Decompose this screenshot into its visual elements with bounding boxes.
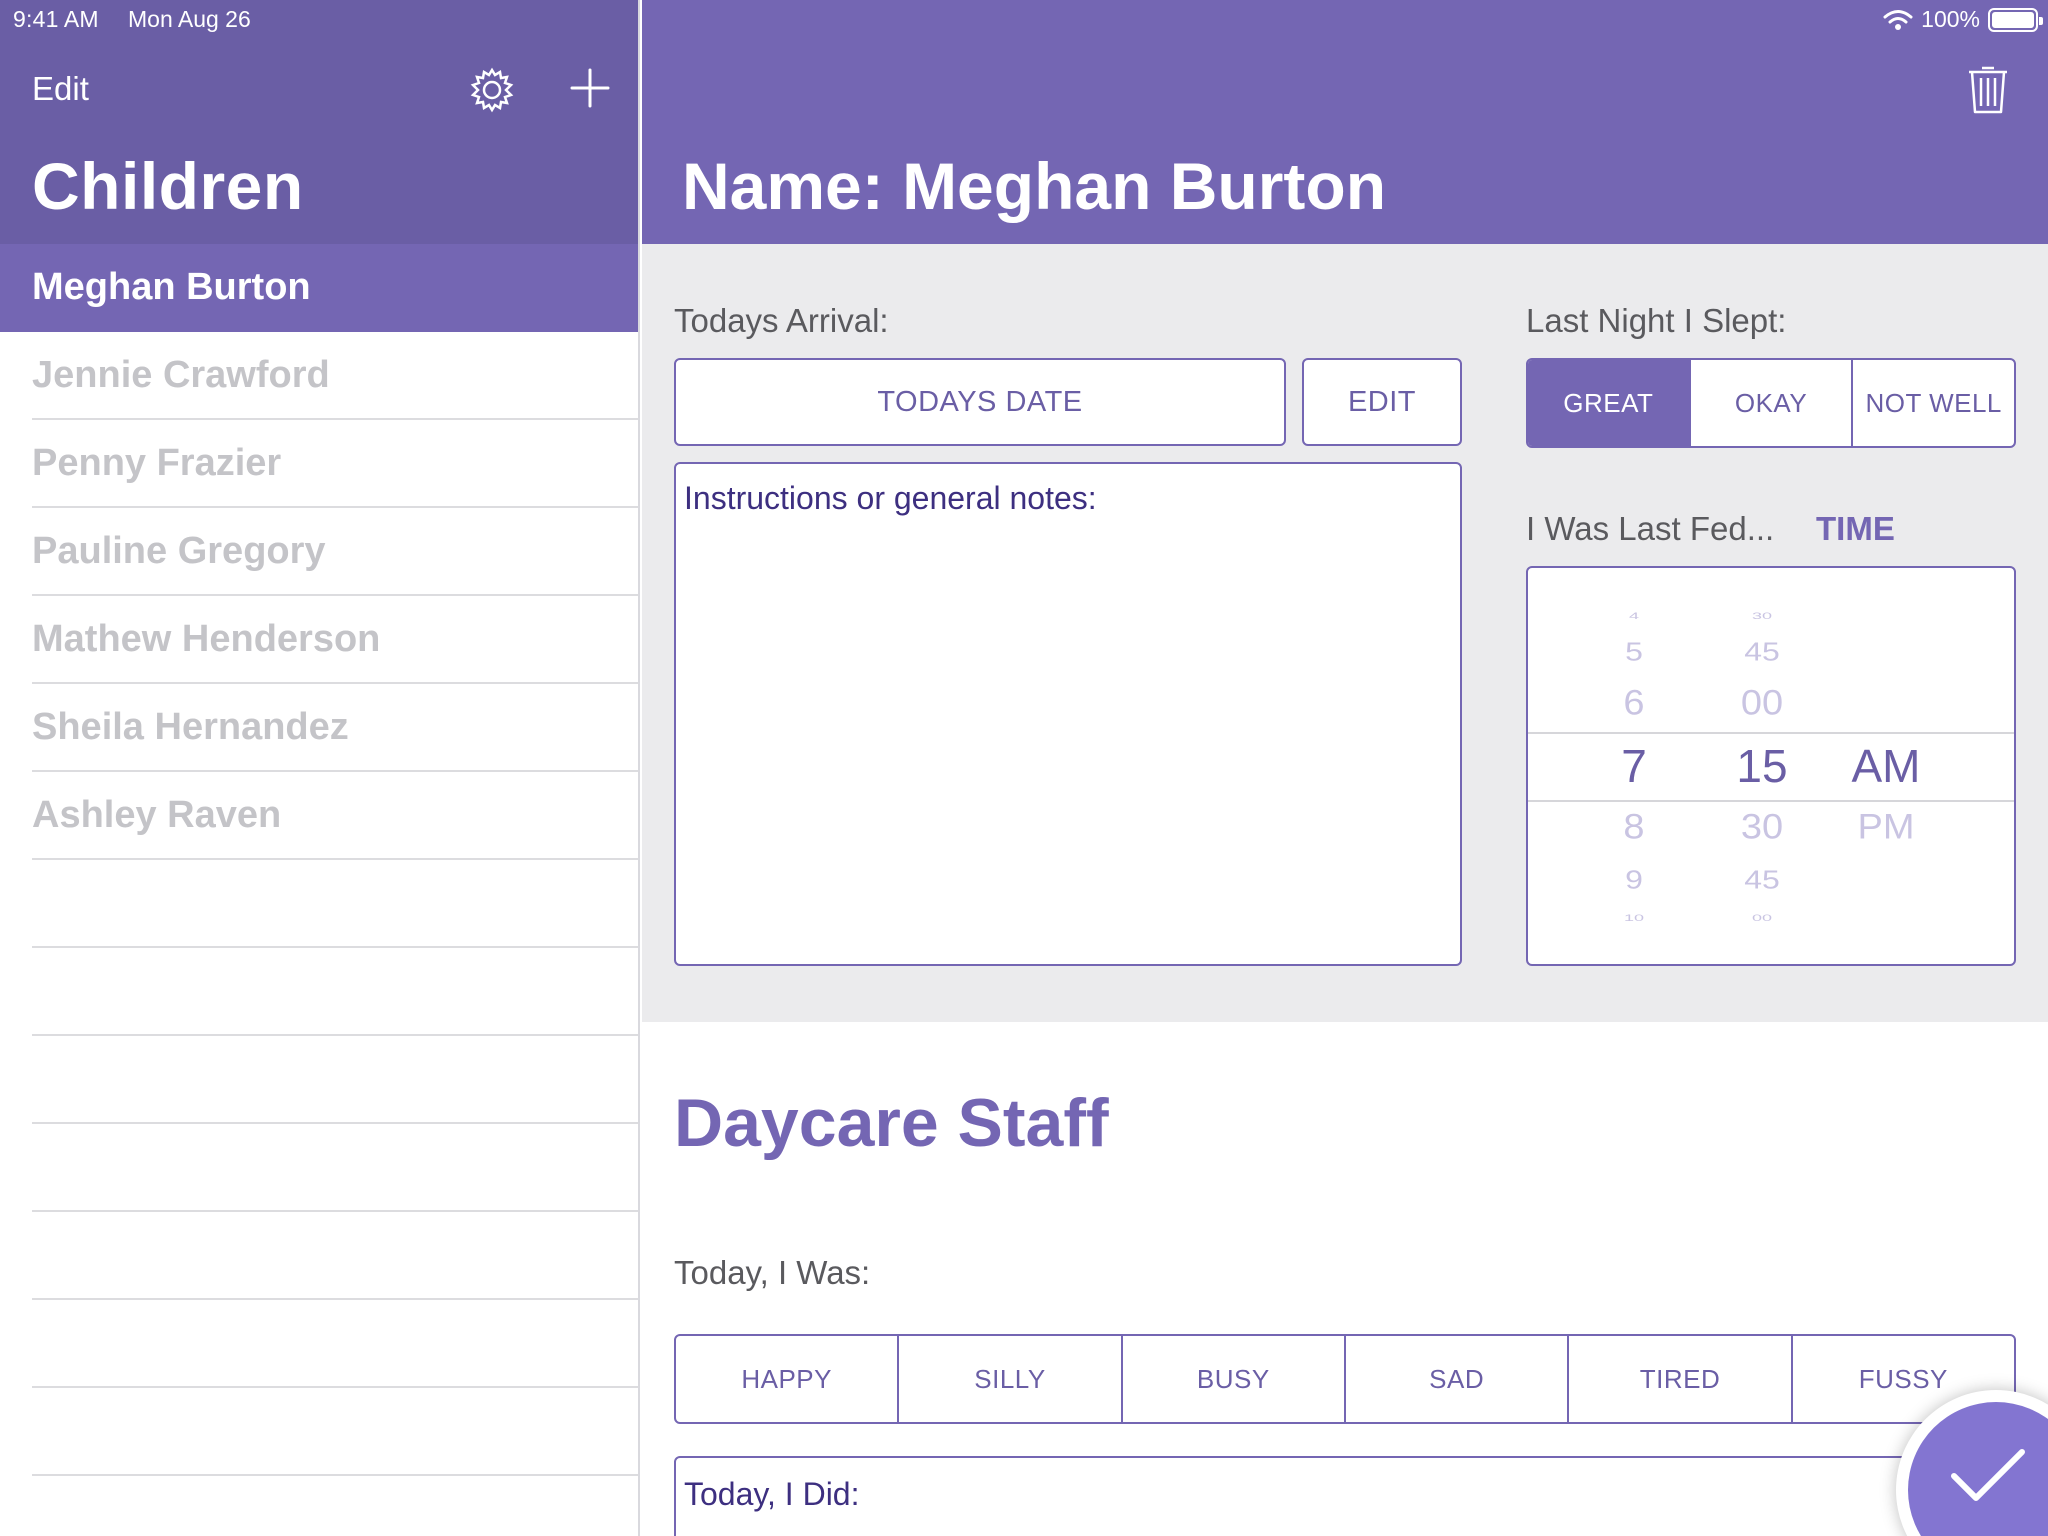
picker-hour: 8 [1623, 808, 1645, 847]
mood-option-sad[interactable]: SAD [1343, 1336, 1567, 1422]
picker-minute: 30 [1751, 610, 1773, 621]
empty-list-rows [0, 860, 638, 1536]
child-name: Meghan Burton [32, 266, 311, 308]
wifi-icon [1883, 9, 1913, 30]
sidebar: 9:41 AM Mon Aug 26 Edit Children Meghan … [0, 0, 640, 1536]
picker-hour: 6 [1623, 684, 1645, 723]
list-item-child[interactable]: Pauline Gregory [0, 508, 638, 596]
picker-minute: 45 [1744, 865, 1780, 894]
notes-placeholder: Instructions or general notes: [684, 480, 1097, 516]
picker-hour: 10 [1623, 912, 1645, 923]
arrival-panel: Todays Arrival: TODAYS DATE EDIT Instruc… [642, 244, 2048, 1022]
edit-arrival-button[interactable]: EDIT [1302, 358, 1462, 446]
add-child-plus-icon[interactable] [568, 66, 612, 110]
status-date: Mon Aug 26 [128, 6, 251, 32]
picker-hour: 5 [1625, 637, 1643, 666]
empty-row [0, 1124, 638, 1212]
empty-row [0, 1212, 638, 1300]
time-picker[interactable]: 4 5 6 7 8 9 10 30 45 00 15 30 45 00 AM P… [1526, 566, 2016, 966]
mood-label: Today, I Was: [674, 1254, 871, 1291]
list-item-child[interactable]: Mathew Henderson [0, 596, 638, 684]
child-name: Ashley Raven [32, 794, 282, 836]
sleep-option-great[interactable]: GREAT [1528, 360, 1689, 446]
list-item-child[interactable]: Meghan Burton [0, 244, 638, 332]
sleep-segmented-control: GREAT OKAY NOT WELL [1526, 358, 2016, 448]
sleep-option-okay[interactable]: OKAY [1688, 360, 1852, 446]
child-name: Jennie Crawford [32, 354, 330, 396]
checkmark-icon [1951, 1449, 2025, 1501]
battery-icon [1988, 7, 2043, 32]
todays-date-button[interactable]: TODAYS DATE [674, 358, 1286, 446]
sleep-label: Last Night I Slept: [1526, 302, 1787, 339]
time-link[interactable]: TIME [1816, 510, 1895, 548]
staff-section-title: Daycare Staff [674, 1085, 1109, 1161]
empty-row [0, 860, 638, 948]
mood-segmented-control: HAPPY SILLY BUSY SAD TIRED FUSSY [674, 1334, 2016, 1424]
mood-option-busy[interactable]: BUSY [1120, 1336, 1344, 1422]
arrival-label: Todays Arrival: [674, 302, 889, 339]
children-list: Meghan Burton Jennie Crawford Penny Fraz… [0, 244, 638, 860]
status-time: 9:41 AM [13, 6, 99, 32]
activities-placeholder: Today, I Did: [684, 1476, 860, 1512]
picker-minute: 00 [1740, 684, 1784, 723]
mood-option-happy[interactable]: HAPPY [676, 1336, 897, 1422]
child-name: Sheila Hernandez [32, 706, 349, 748]
empty-row [0, 1300, 638, 1388]
detail-pane: 100% Name: Meghan Burton Todays Arrival:… [642, 0, 2048, 1536]
child-name: Penny Frazier [32, 442, 282, 484]
list-item-child[interactable]: Ashley Raven [0, 772, 638, 860]
list-item-child[interactable]: Sheila Hernandez [0, 684, 638, 772]
empty-row [0, 1036, 638, 1124]
child-name: Pauline Gregory [32, 530, 326, 572]
sidebar-header: 9:41 AM Mon Aug 26 Edit Children [0, 0, 638, 244]
list-item-child[interactable]: Penny Frazier [0, 420, 638, 508]
child-name: Mathew Henderson [32, 618, 381, 660]
picker-hour-selected: 7 [1621, 740, 1647, 792]
empty-row [0, 1388, 638, 1476]
empty-row [0, 948, 638, 1036]
picker-minute: 00 [1751, 912, 1773, 923]
trash-icon[interactable] [1966, 62, 2010, 116]
settings-gear-icon[interactable] [468, 66, 516, 114]
activities-textarea[interactable]: Today, I Did: [674, 1456, 2016, 1536]
fed-label: I Was Last Fed... [1526, 510, 1775, 547]
picker-minute-selected: 15 [1736, 740, 1788, 792]
edit-button[interactable]: Edit [32, 70, 89, 108]
picker-hour: 4 [1628, 610, 1640, 621]
mood-option-tired[interactable]: TIRED [1567, 1336, 1790, 1422]
sidebar-title: Children [32, 149, 304, 223]
detail-header: 100% Name: Meghan Burton [642, 0, 2048, 244]
empty-row [0, 1476, 638, 1536]
picker-minute: 45 [1744, 637, 1780, 666]
fab-circle [1908, 1402, 2048, 1536]
status-right: 100% [1883, 6, 2043, 33]
picker-minute: 30 [1740, 808, 1784, 847]
notes-textarea[interactable]: Instructions or general notes: [674, 462, 1462, 966]
mood-option-silly[interactable]: SILLY [897, 1336, 1120, 1422]
battery-percent: 100% [1921, 6, 1980, 32]
sleep-option-not-well[interactable]: NOT WELL [1851, 360, 2014, 446]
picker-period-selected: AM [1851, 740, 1921, 792]
list-item-child[interactable]: Jennie Crawford [0, 332, 638, 420]
picker-hour: 9 [1625, 865, 1643, 894]
picker-period: PM [1857, 808, 1915, 847]
page-title: Name: Meghan Burton [682, 149, 1387, 223]
